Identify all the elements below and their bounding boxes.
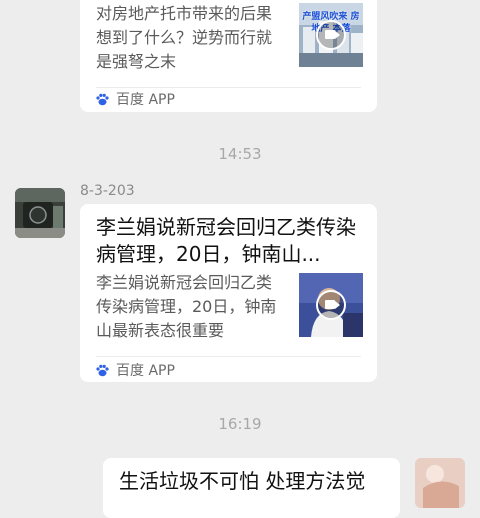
card-description: 对房地产托市带来的后果想到了什么？逆势而行就是强弩之末: [96, 4, 273, 71]
avatar-image: [415, 458, 465, 508]
link-card[interactable]: 生活垃圾不可怕 处理方法觉: [103, 458, 400, 518]
baidu-paw-icon: [96, 93, 109, 105]
sender-name: 8-3-203: [80, 183, 135, 199]
timestamp: 14:53: [218, 145, 262, 163]
card-divider: [96, 356, 361, 357]
avatar-image: [15, 188, 65, 238]
card-source: 百度 APP: [96, 359, 175, 381]
link-card[interactable]: 李兰娟说新冠会回归乙类传染病管理，20日，钟南山... 李兰娟说新冠会回归乙类传…: [80, 204, 377, 382]
play-icon: [316, 290, 346, 320]
card-source: 百度 APP: [96, 88, 175, 110]
avatar[interactable]: [415, 458, 465, 508]
card-title: 李兰娟说新冠会回归乙类传染病管理，20日，钟南山...: [96, 215, 356, 266]
card-description: 李兰娟说新冠会回归乙类传染病管理，20日，钟南山最新表态很重要: [96, 273, 277, 340]
play-icon: [316, 20, 346, 50]
baidu-paw-icon: [96, 364, 109, 376]
video-thumbnail[interactable]: 产盟风吹来 房地产 本落: [299, 3, 363, 67]
link-card[interactable]: 对房地产托市带来的后果想到了什么？逆势而行就是强弩之末 产盟风吹来 房地产 本落…: [80, 0, 377, 112]
source-label: 百度 APP: [116, 363, 175, 379]
video-thumbnail[interactable]: [299, 273, 363, 337]
timestamp: 16:19: [218, 415, 262, 433]
card-title: 生活垃圾不可怕 处理方法觉: [119, 469, 366, 493]
source-label: 百度 APP: [116, 92, 175, 108]
avatar[interactable]: [15, 188, 65, 238]
